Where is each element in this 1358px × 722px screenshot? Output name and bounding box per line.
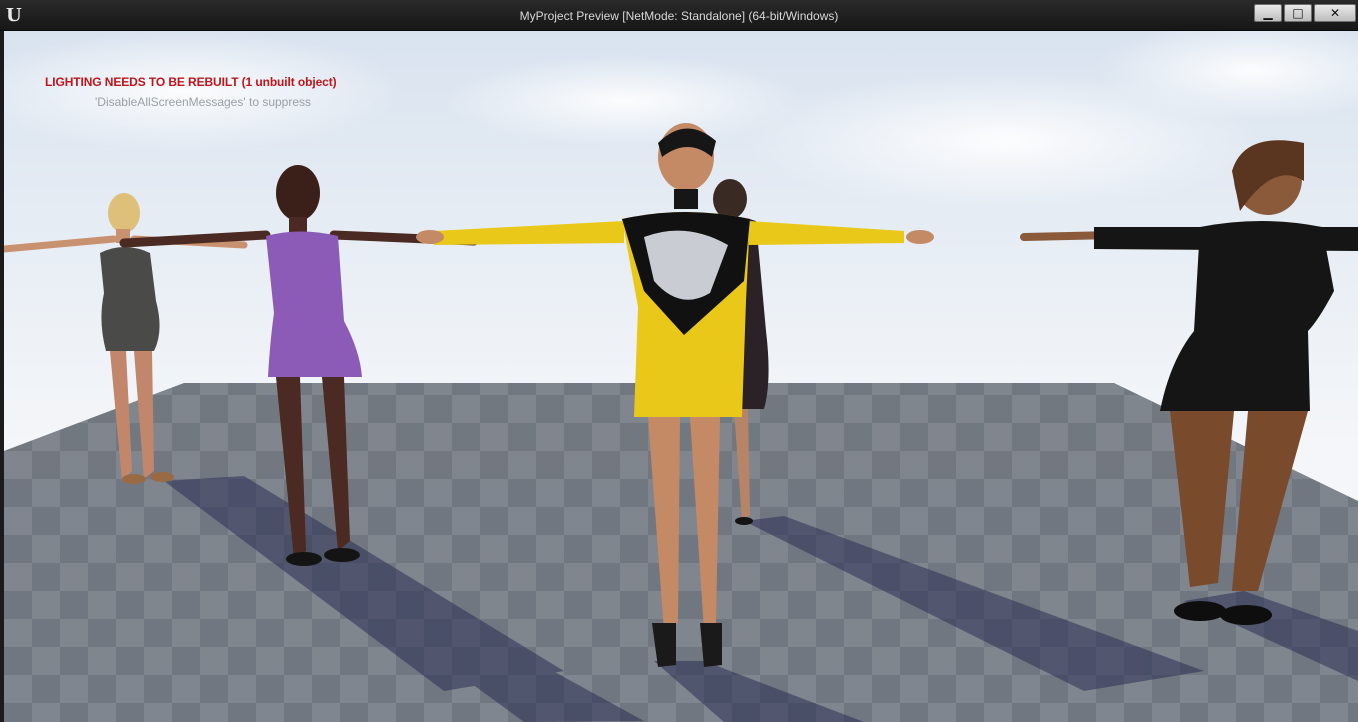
preview-window: U MyProject Preview [NetMode: Standalone… (0, 0, 1358, 722)
lighting-warning-message: LIGHTING NEEDS TO BE REBUILT (1 unbuilt … (45, 75, 337, 89)
window-title: MyProject Preview [NetMode: Standalone] … (519, 9, 839, 23)
maximize-button[interactable]: □ (1284, 4, 1312, 22)
window-controls: ▁ □ ✕ (1254, 4, 1356, 22)
game-viewport[interactable]: LIGHTING NEEDS TO BE REBUILT (1 unbuilt … (4, 31, 1358, 722)
suppress-hint-message: 'DisableAllScreenMessages' to suppress (95, 95, 312, 109)
scene-render (4, 31, 1358, 722)
close-button[interactable]: ✕ (1314, 4, 1356, 22)
minimize-button[interactable]: ▁ (1254, 4, 1282, 22)
title-bar[interactable]: U MyProject Preview [NetMode: Standalone… (0, 0, 1358, 31)
